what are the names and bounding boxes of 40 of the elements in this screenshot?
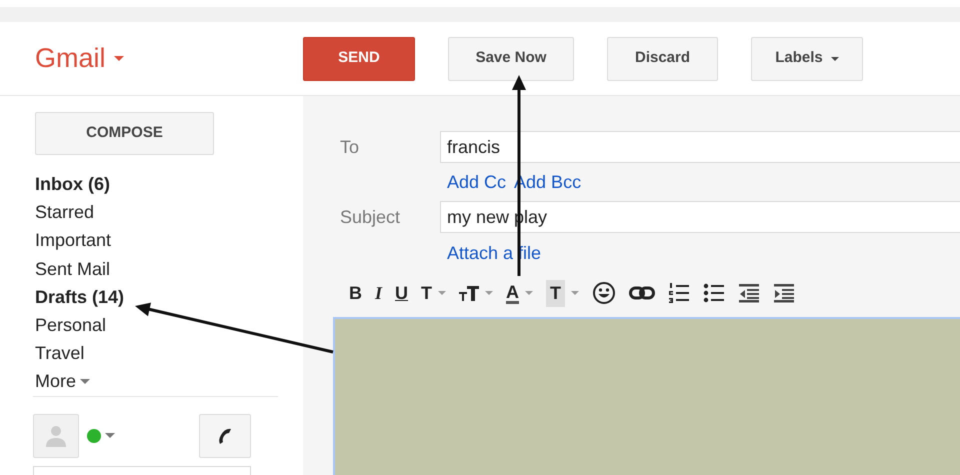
send-button[interactable]: SEND (303, 36, 415, 80)
input-field[interactable]: francis (440, 131, 960, 163)
compose-button[interactable]: COMPOSE (35, 112, 214, 155)
caret-icon (830, 56, 839, 60)
person-icon (45, 424, 67, 448)
more-link[interactable]: More (35, 367, 90, 396)
toolbar-button[interactable]: Discard (607, 36, 718, 80)
outdent-icon[interactable] (738, 283, 760, 303)
caret-icon (485, 291, 494, 295)
link-icon[interactable] (629, 286, 656, 300)
highlight-button[interactable]: T (546, 280, 566, 306)
text-color-button[interactable]: A (506, 282, 520, 304)
caret-icon (525, 291, 534, 295)
field-label: Subject (339, 206, 402, 229)
italic-button[interactable]: I (375, 280, 382, 306)
add-cc-link[interactable]: Add Cc (447, 168, 506, 196)
status-menu[interactable] (87, 428, 115, 443)
folder-link[interactable]: Sent Mail (35, 254, 110, 283)
caret-icon (438, 291, 446, 295)
bulleted-list-icon[interactable] (703, 282, 726, 304)
folder-link[interactable]: Drafts (14) (35, 282, 124, 312)
field-label: To (339, 136, 360, 158)
caret-icon (571, 291, 580, 295)
folder-link[interactable]: Travel (35, 339, 84, 368)
app-logo[interactable]: Gmail (35, 38, 106, 79)
smiley-icon[interactable] (592, 281, 616, 305)
underline-button[interactable]: U (395, 280, 408, 306)
toolbar-button[interactable]: Save Now (448, 36, 574, 80)
toolbar-button[interactable]: Labels (751, 36, 863, 80)
folder-link[interactable]: Starred (35, 198, 94, 226)
indent-icon[interactable] (773, 283, 796, 303)
folder-link[interactable]: Important (35, 226, 112, 255)
font-size-icon[interactable] (459, 285, 480, 301)
folder-link[interactable]: Inbox (6) (35, 170, 110, 198)
phone-button[interactable] (199, 414, 251, 458)
caret-icon (114, 56, 124, 61)
bold-button[interactable]: B (349, 280, 362, 306)
numbered-list-icon[interactable] (668, 282, 690, 304)
font-button[interactable]: T (421, 280, 432, 306)
folder-link[interactable]: Personal (35, 311, 106, 340)
